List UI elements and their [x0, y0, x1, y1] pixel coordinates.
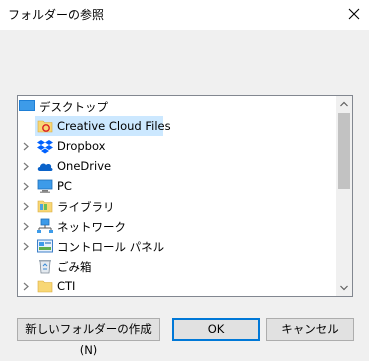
tree-item-control-panel[interactable]: コントロール パネル [18, 236, 336, 256]
chevron-right-icon[interactable] [23, 242, 29, 251]
chevron-right-icon[interactable] [23, 182, 29, 191]
ok-button[interactable]: OK [172, 318, 260, 341]
tree-item-label: コントロール パネル [57, 240, 165, 254]
tree-item-label: デスクトップ [39, 100, 108, 114]
desktop-icon [19, 100, 35, 111]
chevron-right-icon[interactable] [23, 282, 29, 291]
tree-item-recycle-bin[interactable]: ごみ箱 [18, 256, 336, 276]
tree-item-label: OneDrive [57, 159, 112, 173]
tree-item-label: ごみ箱 [57, 260, 92, 274]
creative-cloud-folder-icon [37, 120, 53, 133]
close-icon [348, 8, 360, 20]
scroll-up-button[interactable] [336, 96, 352, 112]
tree-item-cti[interactable]: CTI [18, 276, 336, 296]
pc-icon [37, 179, 53, 193]
title-bar: フォルダーの参照 [0, 0, 369, 30]
chevron-right-icon[interactable] [23, 222, 29, 231]
chevron-right-icon[interactable] [23, 162, 29, 171]
tree-item-label: ライブラリ [57, 200, 115, 214]
tree-item-network[interactable]: ネットワーク [18, 216, 336, 236]
tree-item-creative-cloud-files[interactable]: Creative Cloud Files [18, 116, 336, 136]
tree-item-pc[interactable]: PC [18, 176, 336, 196]
tree-item-desktop[interactable]: デスクトップ [18, 96, 336, 116]
tree-item-label: ネットワーク [57, 220, 126, 234]
scroll-thumb[interactable] [338, 113, 350, 189]
dropbox-icon [37, 140, 53, 154]
tree-item-label: PC [57, 179, 72, 193]
library-icon [37, 200, 53, 213]
close-button[interactable] [339, 0, 369, 30]
tree-item-label: CTI [57, 279, 76, 293]
chevron-up-icon [340, 101, 348, 107]
folder-icon [37, 280, 53, 293]
cancel-button[interactable]: キャンセル [266, 318, 354, 341]
scroll-down-button[interactable] [336, 280, 352, 296]
tree-item-onedrive[interactable]: OneDrive [18, 156, 336, 176]
window-title: フォルダーの参照 [8, 8, 105, 22]
tree-item-label: Dropbox [57, 139, 106, 153]
chevron-down-icon [340, 285, 348, 291]
network-icon [37, 218, 53, 233]
tree-item-label: Creative Cloud Files [57, 119, 171, 133]
tree-item-dropbox[interactable]: Dropbox [18, 136, 336, 156]
recycle-bin-icon [39, 260, 51, 274]
tree-item-library[interactable]: ライブラリ [18, 196, 336, 216]
chevron-right-icon[interactable] [23, 142, 29, 151]
onedrive-icon [37, 163, 53, 171]
chevron-right-icon[interactable] [23, 202, 29, 211]
vertical-scrollbar[interactable] [336, 96, 352, 296]
control-panel-icon [37, 239, 53, 253]
folder-tree[interactable]: デスクトップ Creative Cloud Files Dropbox OneD… [17, 95, 353, 297]
new-folder-button[interactable]: 新しいフォルダーの作成(N) [17, 318, 160, 357]
